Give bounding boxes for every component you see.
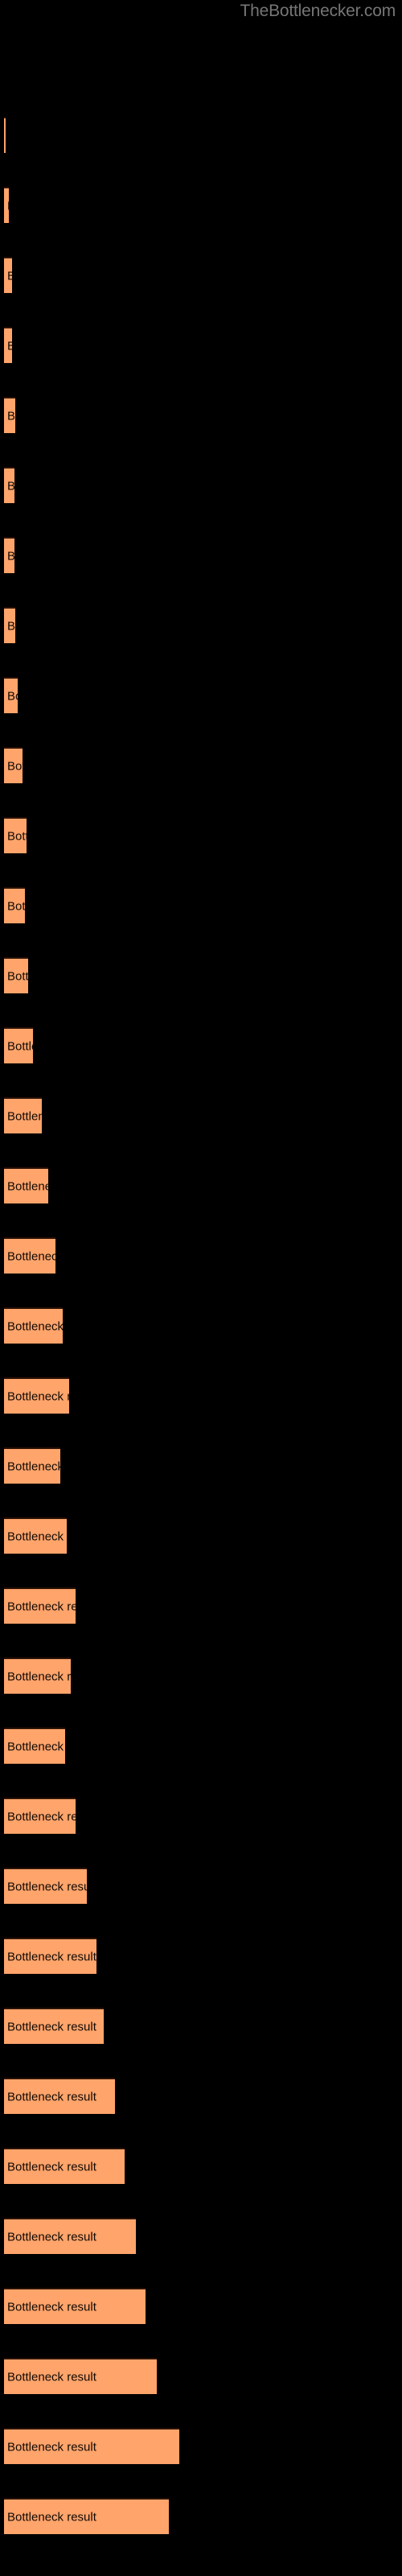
bar[interactable]: Bottleneck result: [4, 2498, 169, 2534]
bar[interactable]: Bottleneck result: [4, 2008, 104, 2044]
bar-label: Bottleneck result: [7, 340, 12, 352]
bars-layer: Bottleneck result Bottleneck result Bottle…: [0, 0, 402, 2576]
bar-label: Bottleneck result: [7, 2440, 96, 2454]
bar-label: Bottleneck result: [7, 1179, 48, 1193]
bottleneck-bar-chart: TheBottlenecker.com Bottleneck resultBot…: [0, 0, 402, 2576]
bar[interactable]: Bottleneck result: [4, 2148, 125, 2184]
bar-label: Bottleneck result: [7, 619, 15, 633]
bar[interactable]: Bottleneck result: [4, 1447, 60, 1484]
bar-label: Bottleneck result: [7, 550, 14, 562]
bar[interactable]: Bottleneck result: [4, 1167, 48, 1203]
bar[interactable]: Bottleneck result: [4, 2218, 136, 2254]
bar[interactable]: Bottleneck result: [4, 2358, 157, 2394]
bar-label: Bottleneck result: [7, 1459, 60, 1473]
bar[interactable]: Bottleneck result: [4, 2428, 179, 2464]
bar[interactable]: Bottleneck result: [4, 1517, 67, 1554]
bar-label: Bottleneck result: [7, 1950, 96, 1963]
bar[interactable]: Bottleneck result: [4, 817, 27, 853]
bar[interactable]: Bottleneck result: [4, 2288, 146, 2324]
bar-label: Bottleneck result: [7, 1039, 33, 1053]
bar[interactable]: Bottleneck result: [4, 397, 15, 433]
bar-label: Bottleneck result: [7, 2020, 96, 2033]
bar[interactable]: Bottleneck result: [4, 537, 14, 573]
bar[interactable]: Bottleneck result: [4, 187, 9, 223]
bar-label: Bottleneck result: [7, 409, 15, 423]
bar-label: Bottleneck result: [7, 2230, 96, 2244]
bar-label: Bottleneck result: [7, 689, 18, 703]
bar-label: Bottleneck result: [7, 899, 25, 913]
bar[interactable]: Bottleneck result: [4, 1027, 33, 1063]
bar-label: Bottleneck result: [7, 1319, 63, 1333]
bar-label: Bottleneck result: [7, 1600, 76, 1613]
bar-label: Bottleneck result: [7, 1880, 87, 1893]
bar-label: Bottleneck result: [7, 1740, 65, 1753]
bar-label: Bottleneck result: [7, 200, 9, 212]
bar[interactable]: Bottleneck result: [4, 1798, 76, 1834]
bar[interactable]: Bottleneck result: [4, 1938, 96, 1974]
bar-label: Bottleneck result: [7, 829, 27, 843]
bar-label: Bottleneck result: [7, 2370, 96, 2384]
bar[interactable]: Bottleneck result: [4, 677, 18, 713]
bar-label: Bottleneck result: [7, 969, 28, 983]
bar[interactable]: Bottleneck result: [4, 1377, 69, 1414]
bar-label: Bottleneck result: [7, 1670, 71, 1683]
bar-label: Bottleneck result: [7, 480, 14, 492]
bar-label: Bottleneck result: [7, 1810, 76, 1823]
bar-label: Bottleneck result: [7, 1249, 55, 1263]
bar[interactable]: Bottleneck result: [4, 1097, 42, 1133]
bar[interactable]: Bottleneck result: [4, 747, 23, 783]
bar-label: Bottleneck result: [7, 759, 23, 773]
bar[interactable]: Bottleneck result: [4, 607, 15, 643]
bar-label: Bottleneck result: [7, 1109, 42, 1123]
bar[interactable]: Bottleneck result: [4, 1728, 65, 1764]
bar[interactable]: Bottleneck result: [4, 887, 25, 923]
bar-label: Bottleneck result: [7, 2090, 96, 2103]
bar[interactable]: Bottleneck result: [4, 467, 14, 503]
bar-label: Bottleneck result: [7, 1389, 69, 1403]
bar-label: Bottleneck result: [7, 2510, 96, 2524]
bar[interactable]: Bottleneck result: [4, 957, 28, 993]
bar[interactable]: Bottleneck result: [4, 1657, 71, 1694]
bar-label: Bottleneck result: [7, 2300, 96, 2314]
bar[interactable]: Bottleneck result: [4, 1868, 87, 1904]
bar[interactable]: Bottleneck result: [4, 2078, 115, 2114]
bar[interactable]: Bottleneck result: [4, 257, 12, 293]
bar[interactable]: Bottleneck result: [4, 1237, 55, 1274]
bar-label: Bottleneck result: [7, 270, 12, 282]
bar-label: Bottleneck result: [7, 2160, 96, 2174]
bar[interactable]: Bottleneck result: [4, 117, 6, 153]
bar[interactable]: Bottleneck result: [4, 1307, 63, 1344]
bar[interactable]: Bottleneck result: [4, 327, 12, 363]
bar[interactable]: Bottleneck result: [4, 1587, 76, 1624]
bar-label: Bottleneck result: [7, 1530, 67, 1543]
